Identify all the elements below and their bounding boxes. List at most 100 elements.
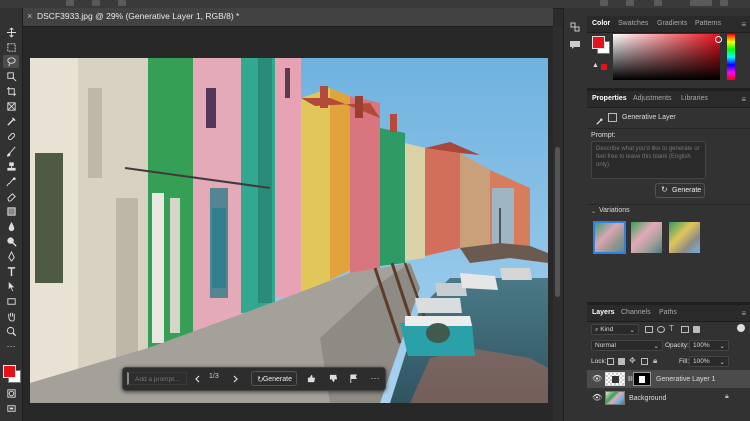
variation-thumbnail[interactable] <box>669 222 700 253</box>
gamut-color-chip[interactable] <box>601 64 607 70</box>
tab-layers[interactable]: Layers <box>592 309 615 316</box>
filter-type-icon[interactable]: T <box>669 325 674 333</box>
filter-smart-object-icon[interactable] <box>693 326 700 333</box>
lasso-tool-icon[interactable] <box>3 55 19 68</box>
lock-position-icon[interactable]: ✥ <box>629 357 636 365</box>
generate-button[interactable]: ↻ Generate <box>251 371 297 386</box>
blend-mode-select[interactable]: Normal ⌄ <box>591 340 663 351</box>
chevron-right-icon[interactable] <box>230 372 242 385</box>
type-tool-icon[interactable] <box>3 265 19 278</box>
lock-transparency-icon[interactable] <box>607 358 614 365</box>
lock-all-icon[interactable]: 🔒︎ <box>653 357 657 365</box>
object-selection-tool-icon[interactable] <box>3 70 19 83</box>
option-button[interactable] <box>626 0 634 6</box>
panel-menu-icon[interactable]: ≡ <box>741 20 746 29</box>
workspace-button[interactable] <box>690 0 712 6</box>
eye-icon[interactable]: 👁︎ <box>592 374 602 383</box>
option-button[interactable] <box>92 0 100 6</box>
pen-tool-icon[interactable] <box>3 250 19 263</box>
tab-color[interactable]: Color <box>592 20 610 27</box>
clone-stamp-tool-icon[interactable] <box>3 160 19 173</box>
flag-icon[interactable] <box>347 372 359 385</box>
screen-mode-icon[interactable] <box>3 402 19 415</box>
variation-page-indicator: 1/3 <box>209 373 219 380</box>
tab-patterns[interactable]: Patterns <box>695 20 721 27</box>
share-button[interactable] <box>720 0 728 6</box>
opacity-label: Opacity: <box>665 342 689 349</box>
tab-libraries[interactable]: Libraries <box>681 95 708 102</box>
panel-menu-icon[interactable]: ≡ <box>741 309 746 318</box>
chevron-down-icon: ⌄ <box>719 359 725 366</box>
option-button[interactable] <box>654 0 662 6</box>
document-tab[interactable]: × DSCF3933.jpg @ 29% (Generative Layer 1… <box>23 8 553 27</box>
option-button[interactable] <box>66 0 74 6</box>
thumbs-down-icon[interactable] <box>327 372 339 385</box>
fill-field[interactable]: 100% ⌄ <box>689 356 729 367</box>
tab-swatches[interactable]: Swatches <box>618 20 648 27</box>
tab-gradients[interactable]: Gradients <box>657 20 687 27</box>
eyedropper-tool-icon[interactable] <box>3 115 19 128</box>
properties-generate-button[interactable]: ↻ Generate <box>655 183 705 198</box>
lock-icon: 🔒︎ <box>725 393 729 400</box>
properties-prompt-field[interactable]: Describe what you'd like to generate or … <box>591 141 706 179</box>
chevron-down-icon[interactable]: ⌄ <box>591 208 596 215</box>
filter-shape-icon[interactable] <box>681 326 689 333</box>
opacity-field[interactable]: 100% ⌄ <box>689 340 729 351</box>
marquee-tool-icon[interactable] <box>3 41 19 54</box>
tab-properties[interactable]: Properties <box>592 95 627 102</box>
chevron-left-icon[interactable] <box>191 372 203 385</box>
more-icon[interactable]: ··· <box>369 372 381 385</box>
variation-thumbnail[interactable] <box>631 222 662 253</box>
search-icon: ⌕ <box>595 327 599 333</box>
variation-thumbnail[interactable] <box>593 221 626 254</box>
shape-tool-icon[interactable] <box>3 295 19 308</box>
comments-icon[interactable] <box>569 38 581 50</box>
path-selection-tool-icon[interactable] <box>3 280 19 293</box>
lock-pixels-icon[interactable] <box>618 358 625 365</box>
blur-tool-icon[interactable] <box>3 220 19 233</box>
filter-pixel-icon[interactable] <box>645 326 653 333</box>
healing-brush-tool-icon[interactable] <box>3 130 19 143</box>
hue-slider[interactable] <box>727 34 735 80</box>
zoom-tool-icon[interactable] <box>3 325 19 338</box>
brush-tool-icon[interactable] <box>3 145 19 158</box>
color-picker-cursor[interactable] <box>715 36 722 43</box>
prompt-input[interactable]: Add a prompt... <box>127 372 187 385</box>
more-tools-icon[interactable]: ··· <box>3 340 19 353</box>
layer-filter-kind[interactable]: ⌕ Kind ⌄ <box>591 324 639 335</box>
hand-tool-icon[interactable] <box>3 310 19 323</box>
filter-adjustment-icon[interactable] <box>657 326 665 333</box>
tab-adjustments[interactable]: Adjustments <box>633 95 672 102</box>
vertical-scrollbar[interactable] <box>553 27 563 421</box>
quick-mask-icon[interactable] <box>3 387 19 400</box>
chevron-down-icon: ⌄ <box>653 343 659 350</box>
dodge-tool-icon[interactable] <box>3 235 19 248</box>
tab-channels[interactable]: Channels <box>621 309 651 316</box>
panel-icon-column <box>563 8 588 421</box>
photo-canvas[interactable] <box>30 58 548 403</box>
thumbs-up-icon[interactable] <box>305 372 317 385</box>
move-tool-icon[interactable] <box>3 26 19 39</box>
eye-icon[interactable]: 👁︎ <box>592 393 602 402</box>
eraser-tool-icon[interactable] <box>3 190 19 203</box>
history-icon[interactable] <box>569 20 581 32</box>
close-icon[interactable]: × <box>27 11 32 21</box>
tab-paths[interactable]: Paths <box>659 309 677 316</box>
foreground-color-swatch[interactable] <box>3 365 16 378</box>
lock-artboard-icon[interactable] <box>641 358 648 365</box>
history-brush-tool-icon[interactable] <box>3 175 19 188</box>
scrollbar-thumb[interactable] <box>555 147 560 297</box>
filter-toggle-icon[interactable] <box>737 324 745 332</box>
lock-label: Lock: <box>591 358 607 365</box>
panel-menu-icon[interactable]: ≡ <box>741 95 746 104</box>
gradient-tool-icon[interactable] <box>3 205 19 218</box>
layer-row-generative[interactable]: 👁︎ ⛓︎ Generative Layer 1 <box>587 370 750 388</box>
crop-tool-icon[interactable] <box>3 85 19 98</box>
foreground-color-swatch[interactable] <box>592 36 605 49</box>
color-panel-tabs: Color Swatches Gradients Patterns ≡ <box>587 16 750 33</box>
layer-row-background[interactable]: 👁︎ Background 🔒︎ <box>587 389 750 407</box>
color-field[interactable] <box>613 34 722 80</box>
option-button[interactable] <box>600 0 608 6</box>
option-button[interactable] <box>118 0 126 6</box>
frame-tool-icon[interactable] <box>3 100 19 113</box>
